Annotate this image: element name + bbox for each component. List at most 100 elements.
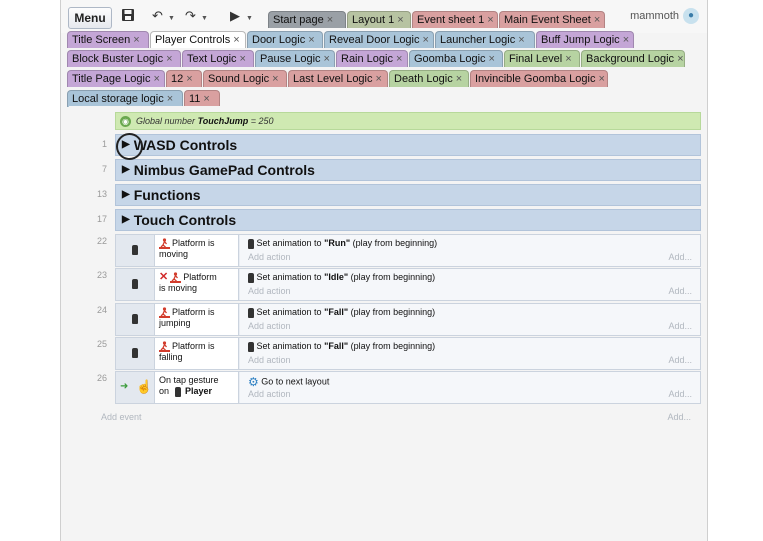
event-object-cell[interactable]	[116, 304, 155, 335]
tab-close-icon[interactable]: ×	[487, 14, 493, 26]
condition-cell[interactable]: On tap gesture on Player	[155, 372, 239, 403]
tab-close-icon[interactable]: ×	[376, 73, 382, 85]
tab-death-logic[interactable]: Death Logic ×	[389, 70, 469, 87]
add-event-link[interactable]: Add event	[101, 412, 142, 422]
tab-pause-logic[interactable]: Pause Logic ×	[255, 50, 335, 67]
action-cell[interactable]: Set animation to "Idle" (play from begin…	[240, 269, 700, 300]
tab-close-icon[interactable]: ×	[186, 73, 192, 85]
action-cell[interactable]: Set animation to "Fall" (play from begin…	[240, 304, 700, 335]
action-cell[interactable]: Set animation to "Run" (play from beginn…	[240, 235, 700, 266]
add-action-link[interactable]: Add action	[248, 321, 291, 331]
group-nimbus-gamepad-controls[interactable]: ▶ Nimbus GamePad Controls	[115, 159, 701, 181]
action-cell[interactable]: Set animation to "Fall" (play from begin…	[240, 338, 700, 369]
group-wasd-controls[interactable]: ▶ WASD Controls	[115, 134, 701, 156]
tab-block-buster-logic[interactable]: Block Buster Logic ×	[67, 50, 181, 67]
tab-last-level-logic[interactable]: Last Level Logic ×	[288, 70, 388, 87]
event-object-cell[interactable]	[116, 235, 155, 266]
undo-icon[interactable]: ↶	[152, 8, 163, 24]
add-more-link[interactable]: Add...	[668, 286, 692, 296]
tab-close-icon[interactable]: ×	[203, 93, 209, 105]
tab-close-icon[interactable]: ×	[240, 53, 246, 65]
tab-close-icon[interactable]: ×	[397, 14, 403, 26]
add-action-link[interactable]: Add action	[248, 286, 291, 296]
tab-main-event-sheet[interactable]: Main Event Sheet ×	[499, 11, 605, 28]
tab-close-icon[interactable]: ×	[423, 34, 429, 46]
tab-background-logic[interactable]: Background Logic ×	[581, 50, 685, 67]
event-row[interactable]: Platform is moving Set animation to "Run"…	[115, 234, 701, 267]
tab-buff-jump-logic[interactable]: Buff Jump Logic ×	[536, 31, 634, 48]
tab-door-logic[interactable]: Door Logic ×	[247, 31, 323, 48]
event-object-cell[interactable]	[116, 269, 155, 300]
redo-dropdown-icon[interactable]: ▼	[201, 11, 208, 27]
tab-close-icon[interactable]: ×	[133, 34, 139, 46]
tab-close-icon[interactable]: ×	[518, 34, 524, 46]
tab-close-icon[interactable]: ×	[327, 14, 333, 26]
add-more-link[interactable]: Add...	[668, 389, 692, 399]
tab-sound-logic[interactable]: Sound Logic ×	[203, 70, 287, 87]
tab-label: Local storage logic	[72, 93, 164, 105]
tab-title-screen[interactable]: Title Screen ×	[67, 31, 149, 48]
condition-cell[interactable]: Platform is moving	[155, 235, 239, 266]
redo-icon[interactable]: ↷	[185, 8, 196, 24]
tab-close-icon[interactable]: ×	[489, 53, 495, 65]
condition-cell[interactable]: ✕ Platform is moving	[155, 269, 239, 300]
event-object-cell[interactable]: ➜ ☝	[116, 372, 155, 403]
tab-text-logic[interactable]: Text Logic ×	[182, 50, 254, 67]
tab-title-page-logic[interactable]: Title Page Logic ×	[67, 70, 165, 87]
add-more-link[interactable]: Add...	[668, 321, 692, 331]
expand-triangle-icon[interactable]: ▶	[122, 160, 130, 180]
tab-rain-logic[interactable]: Rain Logic ×	[336, 50, 408, 67]
event-row[interactable]: ➜ ☝ On tap gesture on Player ⚙ Go to next lay…	[115, 371, 701, 404]
tab-close-icon[interactable]: ×	[272, 73, 278, 85]
global-variable-row[interactable]: ◉ Global number TouchJump = 250	[115, 112, 701, 130]
add-more-link[interactable]: Add...	[668, 252, 692, 262]
tab-close-icon[interactable]: ×	[324, 53, 330, 65]
save-icon[interactable]	[121, 8, 135, 24]
tab-final-level[interactable]: Final Level ×	[504, 50, 580, 67]
tab-layout-1[interactable]: Layout 1 ×	[347, 11, 411, 28]
action-cell[interactable]: ⚙ Go to next layout Add action Add...	[240, 372, 700, 403]
tab-close-icon[interactable]: ×	[598, 73, 604, 85]
group-touch-controls[interactable]: ▶ Touch Controls	[115, 209, 701, 231]
tab-close-icon[interactable]: ×	[677, 53, 683, 65]
tab-close-icon[interactable]: ×	[565, 53, 571, 65]
tab-close-icon[interactable]: ×	[166, 53, 172, 65]
tab-start-page[interactable]: Start page ×	[268, 11, 346, 28]
add-action-link[interactable]: Add action	[248, 389, 291, 399]
tab-close-icon[interactable]: ×	[153, 73, 159, 85]
tab-reveal-door-logic[interactable]: Reveal Door Logic ×	[324, 31, 434, 48]
tab-close-icon[interactable]: ×	[308, 34, 314, 46]
tab-12[interactable]: 12 ×	[166, 70, 202, 87]
event-object-cell[interactable]	[116, 338, 155, 369]
undo-dropdown-icon[interactable]: ▼	[168, 11, 175, 27]
group-functions[interactable]: ▶ Functions	[115, 184, 701, 206]
tab-invincible-goomba-logic[interactable]: Invincible Goomba Logic ×	[470, 70, 608, 87]
add-action-link[interactable]: Add action	[248, 252, 291, 262]
tab-local-storage-logic[interactable]: Local storage logic ×	[67, 90, 183, 107]
condition-cell[interactable]: Platform is falling	[155, 338, 239, 369]
tab-goomba-logic[interactable]: Goomba Logic ×	[409, 50, 503, 67]
mammoth-logo-icon: ●	[683, 8, 699, 25]
event-row[interactable]: Platform is jumping Set animation to "Fal…	[115, 303, 701, 336]
tab-close-icon[interactable]: ×	[396, 53, 402, 65]
add-event-more[interactable]: Add...	[667, 412, 691, 422]
tab-close-icon[interactable]: ×	[594, 14, 600, 26]
expand-triangle-icon[interactable]: ▶	[122, 185, 130, 205]
add-more-link[interactable]: Add...	[668, 355, 692, 365]
tab-player-controls[interactable]: Player Controls ×	[150, 31, 246, 48]
add-action-link[interactable]: Add action	[248, 355, 291, 365]
tab-close-icon[interactable]: ×	[456, 73, 462, 85]
tab-11[interactable]: 11 ×	[184, 90, 220, 107]
tab-event-sheet-1[interactable]: Event sheet 1 ×	[412, 11, 498, 28]
condition-cell[interactable]: Platform is jumping	[155, 304, 239, 335]
play-dropdown-icon[interactable]: ▼	[246, 11, 253, 27]
tab-close-icon[interactable]: ×	[167, 93, 173, 105]
menu-button[interactable]: Menu	[68, 7, 112, 29]
tab-launcher-logic[interactable]: Launcher Logic ×	[435, 31, 535, 48]
tab-close-icon[interactable]: ×	[623, 34, 629, 46]
tab-close-icon[interactable]: ×	[233, 34, 239, 46]
play-icon[interactable]: ▶	[230, 8, 240, 24]
expand-triangle-icon[interactable]: ▶	[122, 210, 130, 230]
event-row[interactable]: Platform is falling Set animation to "Fal…	[115, 337, 701, 370]
event-row[interactable]: ✕ Platform is moving Set animation to "Idl…	[115, 268, 701, 301]
